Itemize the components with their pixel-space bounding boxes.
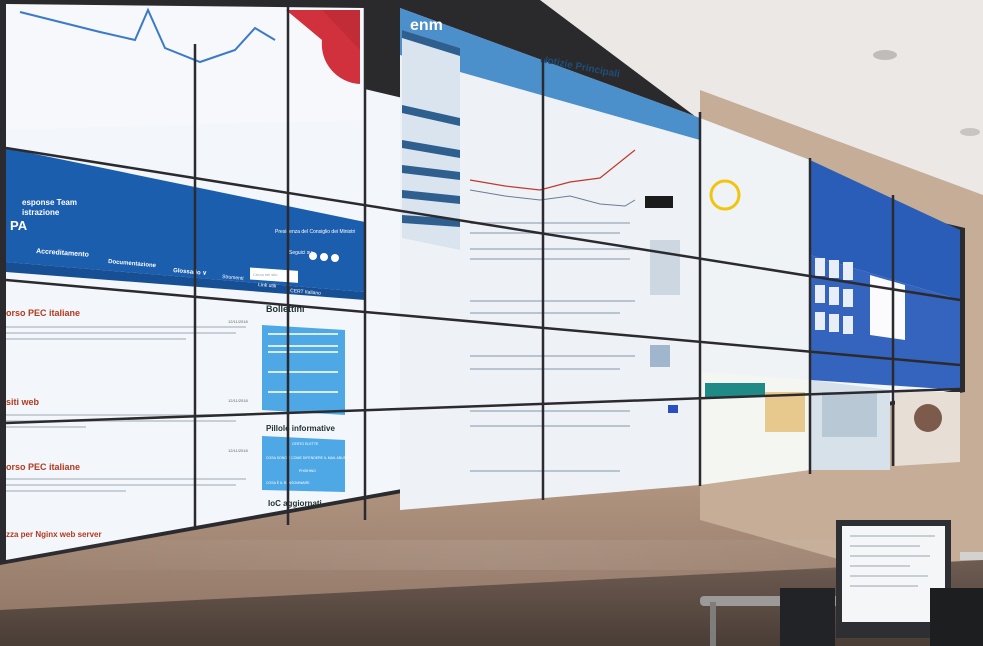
operator-monitor <box>780 588 835 646</box>
photo-thumbnail <box>822 392 877 437</box>
bollettini-box <box>262 325 345 415</box>
post-date: 12/11/2018 <box>228 398 248 403</box>
ceiling-light <box>960 128 980 136</box>
pillola-item[interactable]: CERTO ELETTE <box>292 442 319 446</box>
pillola-item[interactable]: PHISHING <box>299 469 316 473</box>
ceiling-light <box>873 50 897 60</box>
pillole-heading: Pillole informative <box>266 424 335 433</box>
search-placeholder: Cerca nel sito <box>253 272 278 277</box>
post-title[interactable]: orso PEC italiane <box>6 462 80 472</box>
pillola-item[interactable]: COSA SONO E COME DIFENDERE IL MAIL ABUSE <box>266 456 349 460</box>
facebook-icon[interactable] <box>320 253 328 261</box>
photo-thumbnail <box>914 404 942 432</box>
news-logo: enm <box>410 17 443 34</box>
banner-line1: esponse Team <box>22 198 77 207</box>
app-store-badge[interactable] <box>645 196 673 208</box>
post-title[interactable]: zza per Nginx web server <box>6 530 102 539</box>
post-date: 12/11/2018 <box>228 448 248 453</box>
ioc-heading: IoC aggiornati <box>268 499 322 508</box>
control-room-photo: esponse Team istrazione PA Presidenza de… <box>0 0 983 646</box>
post-date: 12/11/2018 <box>228 319 248 324</box>
banner-brand: PA <box>10 218 28 233</box>
twitter-icon[interactable] <box>309 252 317 260</box>
banner-line2: istrazione <box>22 208 60 217</box>
rss-icon[interactable] <box>331 254 339 262</box>
post-title[interactable]: siti web <box>6 397 40 407</box>
post-title[interactable]: orso PEC italiane <box>6 308 80 318</box>
